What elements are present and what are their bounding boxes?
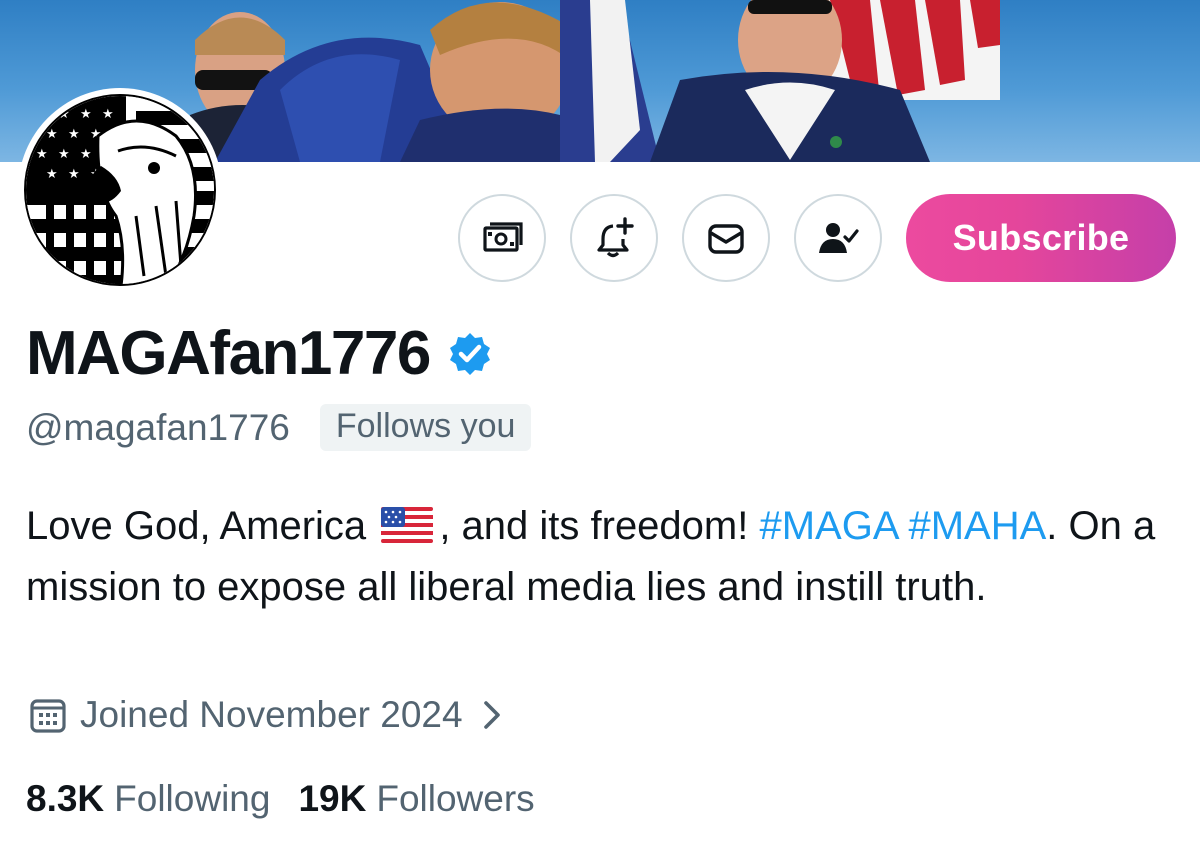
subscribe-button[interactable]: Subscribe — [906, 194, 1176, 282]
handle-row: @magafan1776 Follows you — [26, 404, 532, 451]
bell-plus-icon — [597, 217, 634, 258]
tip-button[interactable] — [458, 194, 546, 282]
profile-bio: Love God, America , and its freedom! #MA… — [26, 496, 1186, 618]
joined-date-row[interactable]: Joined November 2024 — [28, 694, 507, 736]
hashtag-link[interactable]: #MAGA — [759, 504, 897, 548]
following-stat[interactable]: 8.3K Following — [26, 778, 270, 820]
following-count: 8.3K — [26, 778, 105, 819]
follow-stats: 8.3K Following 19K Followers — [26, 778, 535, 820]
svg-text:★: ★ — [68, 127, 80, 142]
bio-text: , and its freedom! — [439, 504, 749, 548]
envelope-icon — [708, 224, 744, 254]
followers-count: 19K — [298, 778, 367, 819]
user-check-icon — [819, 223, 859, 253]
svg-text:★: ★ — [46, 127, 58, 142]
svg-text:★: ★ — [58, 107, 70, 122]
svg-text:★: ★ — [58, 147, 70, 162]
display-name-text: MAGAfan1776 — [26, 319, 431, 388]
notify-button[interactable] — [570, 194, 658, 282]
svg-text:★: ★ — [102, 107, 114, 122]
profile-display-name: MAGAfan1776 — [26, 318, 494, 389]
message-button[interactable] — [682, 194, 770, 282]
follows-you-badge: Follows you — [319, 404, 532, 451]
eagle-flag-avatar-image: ★★★★ ★★★ ★★★★ ★★★ — [26, 96, 214, 284]
profile-action-bar — [458, 194, 906, 282]
following-label: Following — [114, 778, 271, 819]
calendar-icon — [30, 699, 66, 733]
profile-avatar[interactable]: ★★★★ ★★★ ★★★★ ★★★ — [18, 88, 222, 292]
followers-stat[interactable]: 19K Followers — [298, 778, 534, 820]
joined-date-text: Joined November 2024 — [80, 694, 463, 735]
svg-text:★: ★ — [68, 167, 80, 182]
svg-text:★: ★ — [80, 147, 92, 162]
hashtag-link[interactable]: #MAHA — [908, 504, 1046, 548]
following-button[interactable] — [794, 194, 882, 282]
chevron-right-icon — [483, 701, 500, 729]
profile-handle: @magafan1776 — [26, 406, 290, 448]
us-flag-emoji-icon — [381, 507, 434, 543]
followers-label: Followers — [376, 778, 535, 819]
svg-text:★: ★ — [80, 107, 92, 122]
svg-text:★: ★ — [46, 167, 58, 182]
money-icon — [483, 222, 523, 252]
verified-badge-icon[interactable] — [446, 330, 494, 378]
bio-text: Love God, America — [26, 504, 367, 548]
svg-text:★: ★ — [36, 147, 48, 162]
